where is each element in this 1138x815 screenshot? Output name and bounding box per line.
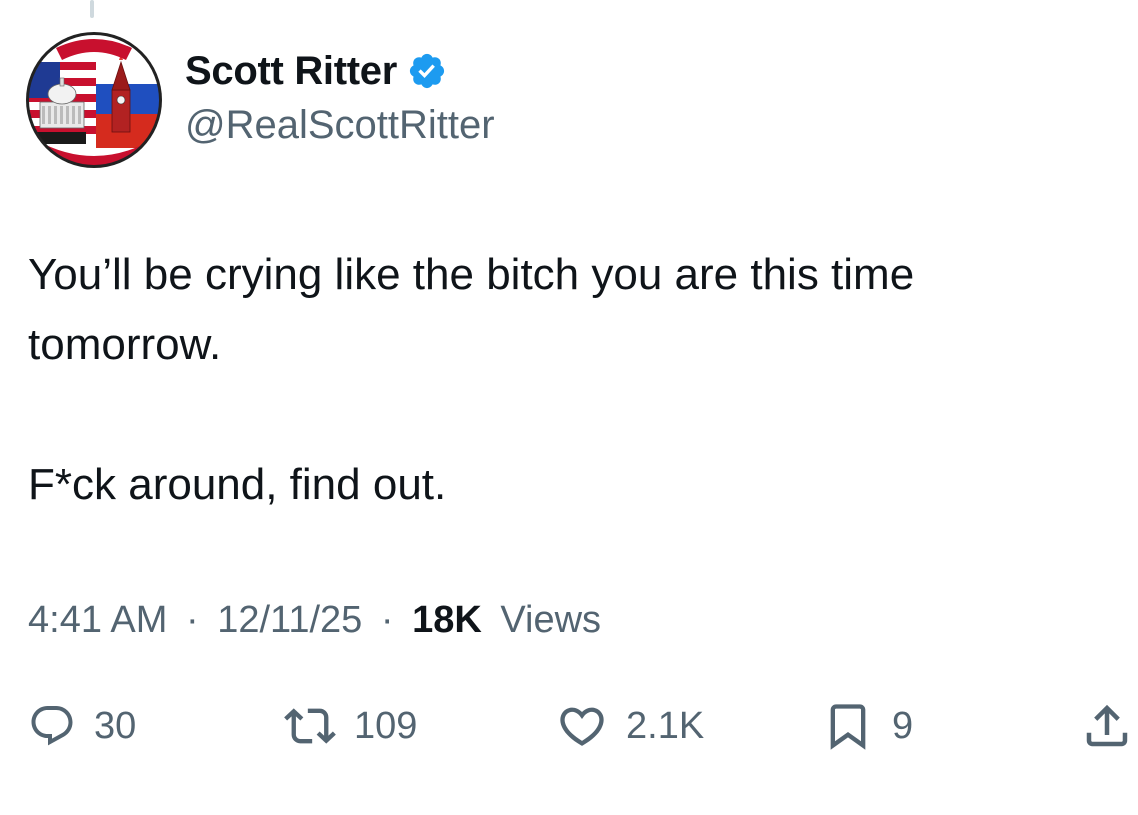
tweet-action-bar: 30 109 2.1K 9 bbox=[0, 694, 1138, 758]
tweet-text: You’ll be crying like the bitch you are … bbox=[28, 250, 915, 509]
retweet-button[interactable]: 109 bbox=[284, 694, 417, 758]
reply-icon bbox=[31, 706, 73, 746]
share-icon bbox=[1086, 704, 1128, 747]
avatar[interactable] bbox=[26, 32, 162, 168]
views-label[interactable]: Views bbox=[500, 599, 601, 641]
avatar-image bbox=[27, 33, 161, 167]
like-count: 2.1K bbox=[626, 704, 705, 747]
views-count[interactable]: 18K bbox=[412, 599, 482, 641]
reply-button[interactable]: 30 bbox=[28, 694, 136, 758]
tweet-detail: Scott Ritter @RealScottRitter You’ll be … bbox=[0, 0, 1138, 815]
tweet-date[interactable]: 12/11/25 bbox=[217, 599, 362, 641]
author-handle[interactable]: @RealScottRitter bbox=[185, 102, 495, 148]
bookmark-count: 9 bbox=[892, 704, 914, 747]
heart-icon bbox=[560, 707, 604, 746]
author-name-row: Scott Ritter bbox=[185, 46, 447, 96]
share-button[interactable] bbox=[1080, 694, 1134, 758]
reply-count: 30 bbox=[94, 704, 137, 747]
tweet-meta: 4:41 AM · 12/11/25 · 18K Views bbox=[28, 594, 601, 646]
bookmark-button[interactable]: 9 bbox=[822, 694, 913, 758]
like-button[interactable]: 2.1K bbox=[556, 694, 704, 758]
thread-connector-line bbox=[90, 0, 94, 18]
author-display-name[interactable]: Scott Ritter bbox=[185, 46, 397, 96]
bookmark-icon bbox=[830, 704, 866, 750]
tweet-time[interactable]: 4:41 AM bbox=[28, 599, 167, 641]
meta-separator: · bbox=[380, 599, 394, 641]
retweet-count: 109 bbox=[354, 704, 418, 747]
meta-separator: · bbox=[185, 599, 199, 641]
verified-badge-icon[interactable] bbox=[407, 51, 447, 91]
retweet-icon bbox=[284, 708, 336, 744]
